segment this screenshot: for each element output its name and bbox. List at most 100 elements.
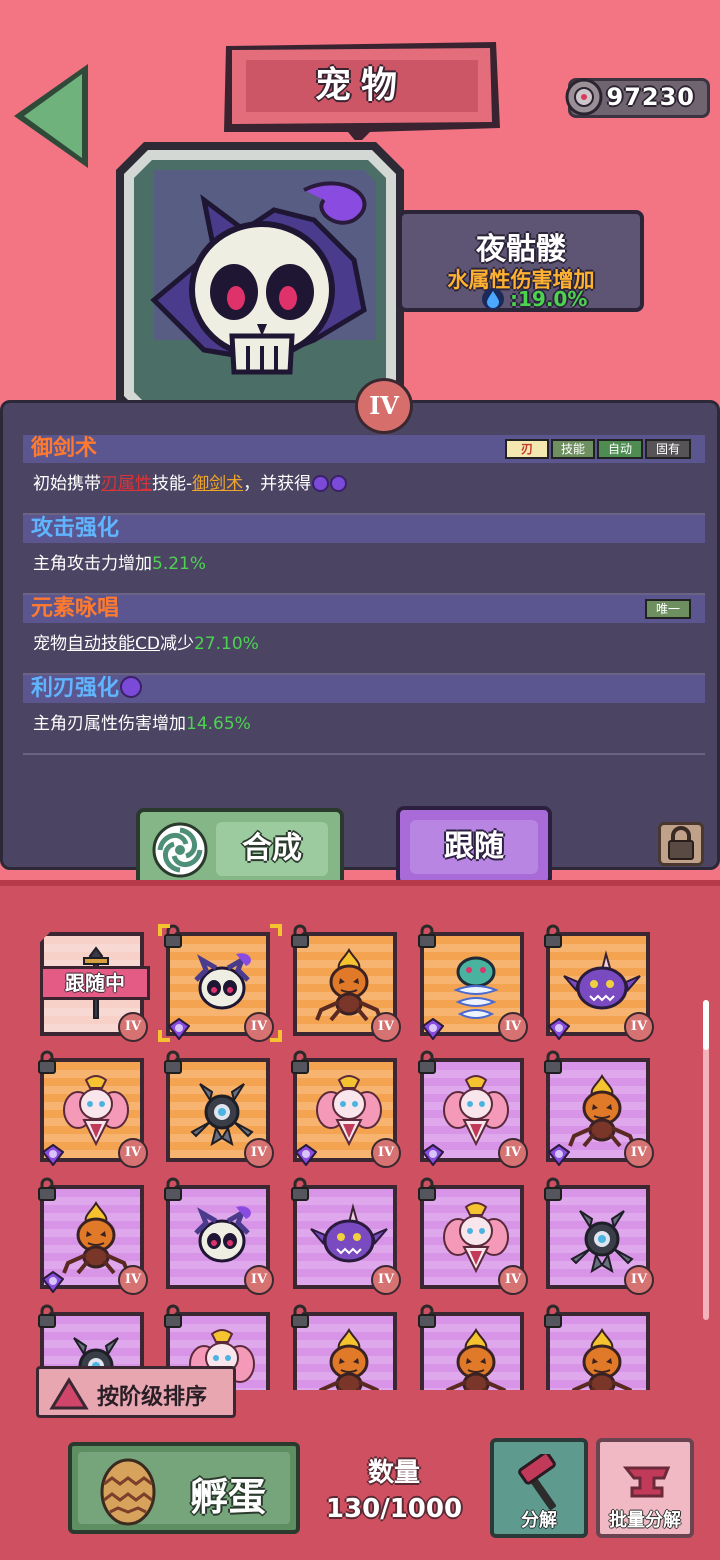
batch-decompose-button[interactable]: 批量分解	[596, 1438, 694, 1538]
lock-icon	[162, 1304, 184, 1328]
skill-desc: 宠物自动技能CD减少27.10%	[33, 634, 259, 654]
eye-drone-icon	[190, 1083, 254, 1147]
back-arrow-icon[interactable]	[8, 60, 94, 172]
pet-card[interactable]: IV	[418, 1050, 532, 1170]
swirl-icon	[312, 475, 330, 492]
follow-label: 跟随	[444, 829, 504, 864]
skill-desc: 主角攻击力增加5.21%	[33, 554, 207, 574]
lock-icon	[289, 1177, 311, 1201]
lock-icon	[416, 1304, 438, 1328]
rank-badge: IV	[118, 1012, 148, 1042]
pet-card[interactable]: IV	[164, 1177, 278, 1297]
sort-label: 按阶级排序	[97, 1385, 208, 1410]
pet-card[interactable]: IV	[544, 1050, 658, 1170]
skill-panel: 御剑术 刃 技能 自动 固有 初始携带刃属性技能-御剑术，并获得 攻击强化 主角…	[0, 400, 720, 870]
skull-icon	[194, 1206, 251, 1263]
skill-name: 利刃强化	[31, 675, 143, 703]
skill-desc: 初始携带刃属性技能-御剑术，并获得	[33, 469, 348, 494]
pet-card[interactable]: IV	[291, 1050, 405, 1170]
lock-icon	[542, 1177, 564, 1201]
skill-row: 攻击强化 主角攻击力增加5.21%	[23, 515, 705, 595]
skill-desc: 主角刃属性伤害增加14.65%	[33, 714, 251, 734]
sort-button[interactable]: 按阶级排序	[36, 1366, 236, 1418]
selection-frame	[158, 924, 282, 1042]
pet-card[interactable]: IV	[418, 924, 532, 1044]
rank-badge: IV	[244, 1265, 274, 1295]
triangle-sort-icon	[49, 1377, 89, 1410]
purple-blob-icon	[563, 950, 641, 1010]
following-badge: 跟随中	[40, 966, 150, 1000]
egg-icon	[100, 1458, 156, 1526]
rank-badge: IV	[118, 1265, 148, 1295]
pet-card[interactable]: IV	[291, 924, 405, 1044]
water-drop-icon	[482, 288, 504, 310]
flower-fairy-icon	[443, 1202, 509, 1274]
lock-icon	[416, 924, 438, 948]
page-title: 宠物	[314, 65, 407, 106]
pet-rank-badge: IV	[355, 378, 413, 434]
currency-display: 97230	[565, 78, 710, 118]
pet-card[interactable]: IV	[418, 1177, 532, 1297]
count-value: 130/1000	[325, 1494, 463, 1524]
scrollbar-thumb[interactable]	[703, 1000, 709, 1050]
pet-card[interactable]: IV	[418, 1304, 532, 1390]
gear-coin-icon	[565, 78, 603, 116]
hatch-button[interactable]: 孵蛋	[68, 1442, 300, 1534]
skill-row: 元素咏唱 唯一 宠物自动技能CD减少27.10%	[23, 595, 705, 675]
ghost-spring-icon	[453, 956, 499, 1019]
lock-icon	[36, 1050, 58, 1074]
lock-icon	[162, 1177, 184, 1201]
lock-icon	[668, 826, 694, 860]
pumpkin-spider-icon	[62, 1201, 130, 1275]
pet-card[interactable]: IV	[544, 924, 658, 1044]
rank-badge: IV	[498, 1138, 528, 1168]
pet-card[interactable]: IV	[544, 1177, 658, 1297]
gem-icon	[41, 1270, 65, 1294]
synthesize-button[interactable]: 合成	[136, 808, 344, 888]
gem-icon	[294, 1143, 318, 1167]
pet-name: 夜骷髅	[476, 232, 566, 267]
flower-fairy-icon	[63, 1075, 129, 1147]
pet-card[interactable]: IV	[291, 1177, 405, 1297]
rank-badge: IV	[371, 1265, 401, 1295]
decompose-button[interactable]: 分解	[490, 1438, 588, 1538]
lock-icon	[36, 1304, 58, 1328]
pet-card[interactable]: IV	[38, 1177, 152, 1297]
flower-fairy-icon	[443, 1075, 509, 1147]
gem-icon	[421, 1143, 445, 1167]
hammer-icon	[518, 1454, 556, 1510]
skill-name: 御剑术	[31, 436, 98, 461]
pet-card[interactable]: IV	[38, 1050, 152, 1170]
pumpkin-spider-icon	[318, 1328, 380, 1390]
hatch-label: 孵蛋	[190, 1475, 267, 1519]
skill-name: 攻击强化	[31, 516, 120, 541]
lock-icon	[542, 924, 564, 948]
lock-button[interactable]	[658, 822, 704, 866]
pet-card[interactable]: IV	[544, 1304, 658, 1390]
follow-button[interactable]: 跟随	[396, 806, 552, 886]
count-label: 数量	[367, 1458, 420, 1488]
skill-tag: 固有	[645, 439, 691, 459]
vortex-icon	[152, 822, 208, 878]
rank-badge: IV	[371, 1138, 401, 1168]
pumpkin-spider-icon	[571, 1328, 633, 1390]
pet-card[interactable]: IV 跟随中	[40, 932, 152, 1044]
lock-icon	[542, 1050, 564, 1074]
pumpkin-spider-icon	[445, 1328, 507, 1390]
currency-value: 97230	[606, 83, 695, 111]
skill-row: 利刃强化 主角刃属性伤害增加14.65%	[23, 675, 705, 755]
lock-icon	[36, 1177, 58, 1201]
synthesize-label: 合成	[242, 831, 302, 866]
rank-badge: IV	[371, 1012, 401, 1042]
pet-attribute-value: :19.0%	[510, 287, 588, 311]
pumpkin-spider-icon	[315, 948, 383, 1022]
pet-grid: IV跟随中IVIVIVIVIVIVIVIVIVIVIVIVIVIVIVIVIVI…	[0, 880, 720, 1390]
decompose-label: 分解	[521, 1510, 557, 1531]
batch-decompose-label: 批量分解	[609, 1510, 681, 1531]
pet-card[interactable]: IV	[291, 1304, 405, 1390]
purple-blob-icon	[310, 1203, 388, 1263]
rank-badge: IV	[624, 1138, 654, 1168]
lock-icon	[289, 1304, 311, 1328]
pet-card[interactable]: IV	[164, 1050, 278, 1170]
flower-fairy-icon	[316, 1075, 382, 1147]
